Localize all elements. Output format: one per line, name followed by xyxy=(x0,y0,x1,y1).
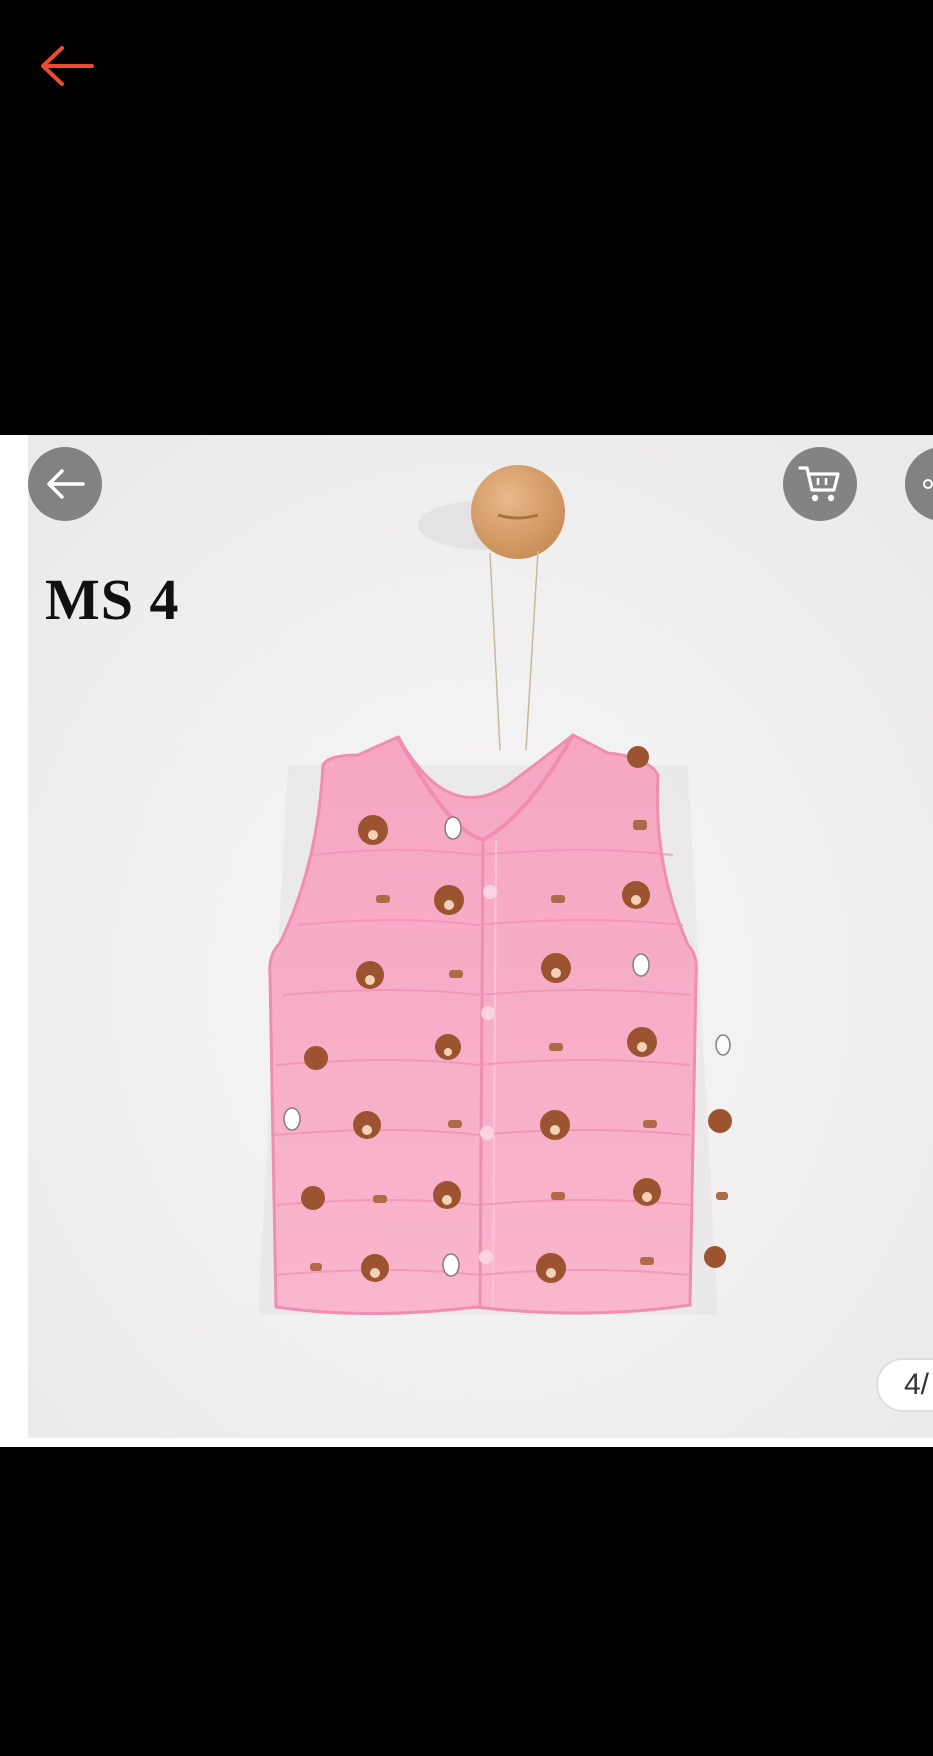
cart-button[interactable] xyxy=(783,447,857,521)
back-button[interactable] xyxy=(30,30,102,102)
cart-icon xyxy=(798,466,840,502)
image-pager: 4/ xyxy=(876,1358,933,1412)
arrow-left-icon xyxy=(47,469,85,499)
image-label: MS 4 xyxy=(45,567,180,632)
more-icon xyxy=(923,479,933,489)
arrow-left-icon xyxy=(41,46,94,86)
gallery-back-button[interactable] xyxy=(28,447,102,521)
pager-text: 4/ xyxy=(904,1368,930,1401)
